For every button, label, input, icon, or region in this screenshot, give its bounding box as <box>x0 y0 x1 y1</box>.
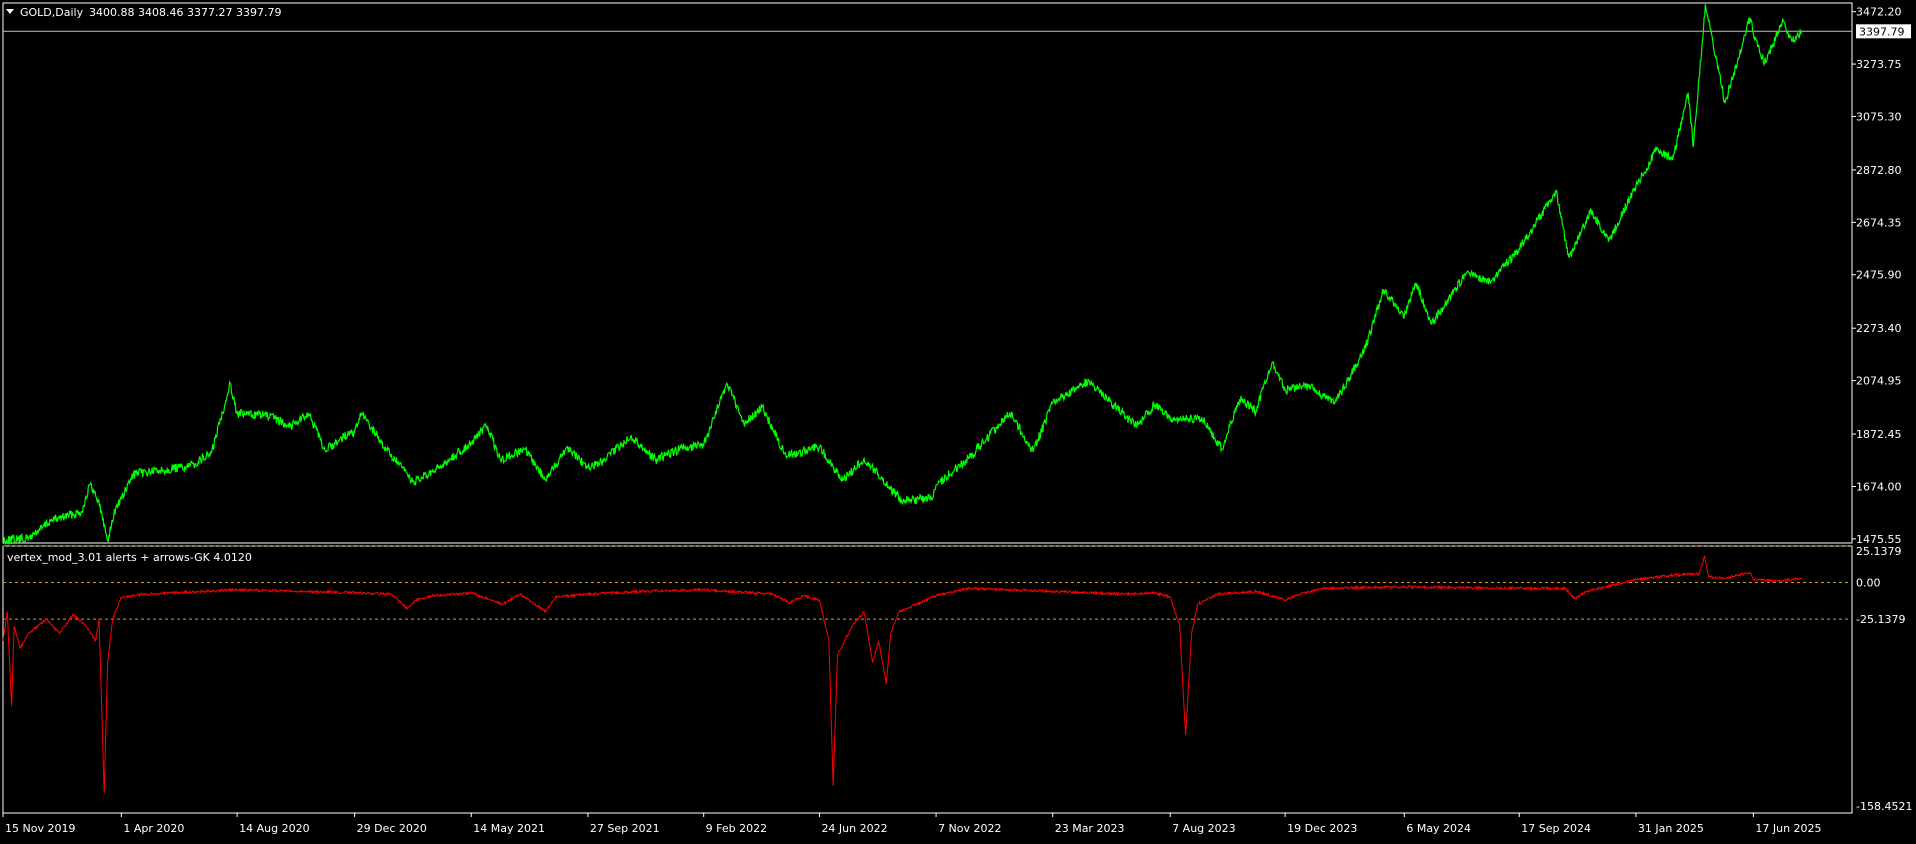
time-axis-label: 6 May 2024 <box>1406 822 1471 835</box>
price-axis-label: 2475.90 <box>1856 269 1902 282</box>
price-axis-label: 1475.55 <box>1856 533 1902 546</box>
time-axis-label: 14 May 2021 <box>473 822 545 835</box>
indicator-axis-label: -158.4521 <box>1856 800 1912 813</box>
indicator-axis-label: 25.1379 <box>1856 545 1902 558</box>
time-axis-label: 23 Mar 2023 <box>1055 822 1125 835</box>
price-axis-label: 3273.75 <box>1856 58 1902 71</box>
current-price-label: 3397.79 <box>1859 25 1905 38</box>
price-axis-label: 2074.95 <box>1856 375 1902 388</box>
price-axis-label: 3472.20 <box>1856 6 1902 19</box>
chart-window: 3472.20 3273.75 3075.30 2872.80 2674.35 2475.… <box>0 0 1916 840</box>
time-axis-label: 19 Dec 2023 <box>1287 822 1357 835</box>
time-axis-label: 27 Sep 2021 <box>590 822 660 835</box>
price-axis-label: 2872.80 <box>1856 164 1902 177</box>
time-axis-label: 17 Sep 2024 <box>1521 822 1591 835</box>
price-axis-label: 3075.30 <box>1856 110 1902 123</box>
chart-canvas[interactable]: 3472.20 3273.75 3075.30 2872.80 2674.35 2475.… <box>0 0 1916 840</box>
indicator-axis-label: -25.1379 <box>1856 613 1905 626</box>
indicator-title: vertex_mod_3.01 alerts + arrows-GK 4.012… <box>7 551 252 564</box>
time-axis-label: 24 Jun 2022 <box>821 822 887 835</box>
time-axis-label: 9 Feb 2022 <box>706 822 767 835</box>
price-axis-label: 2674.35 <box>1856 216 1902 229</box>
time-axis-label: 1 Apr 2020 <box>123 822 184 835</box>
price-axis-label: 2273.40 <box>1856 322 1902 335</box>
time-axis-label: 31 Jan 2025 <box>1638 822 1704 835</box>
time-axis-label: 15 Nov 2019 <box>5 822 75 835</box>
time-axis-label: 7 Nov 2022 <box>938 822 1001 835</box>
time-axis-label: 17 Jun 2025 <box>1755 822 1821 835</box>
price-axis-label: 1872.45 <box>1856 428 1902 441</box>
indicator-axis-label: 0.00 <box>1856 577 1881 590</box>
time-axis-label: 29 Dec 2020 <box>357 822 427 835</box>
symbol-label: GOLD,Daily <box>20 6 84 19</box>
price-axis-label: 1674.00 <box>1856 480 1902 493</box>
chart-background <box>0 0 1916 840</box>
time-axis-label: 14 Aug 2020 <box>239 822 309 835</box>
ohlc-values: 3400.88 3408.46 3377.27 3397.79 <box>89 6 281 19</box>
time-axis-label: 7 Aug 2023 <box>1172 822 1235 835</box>
